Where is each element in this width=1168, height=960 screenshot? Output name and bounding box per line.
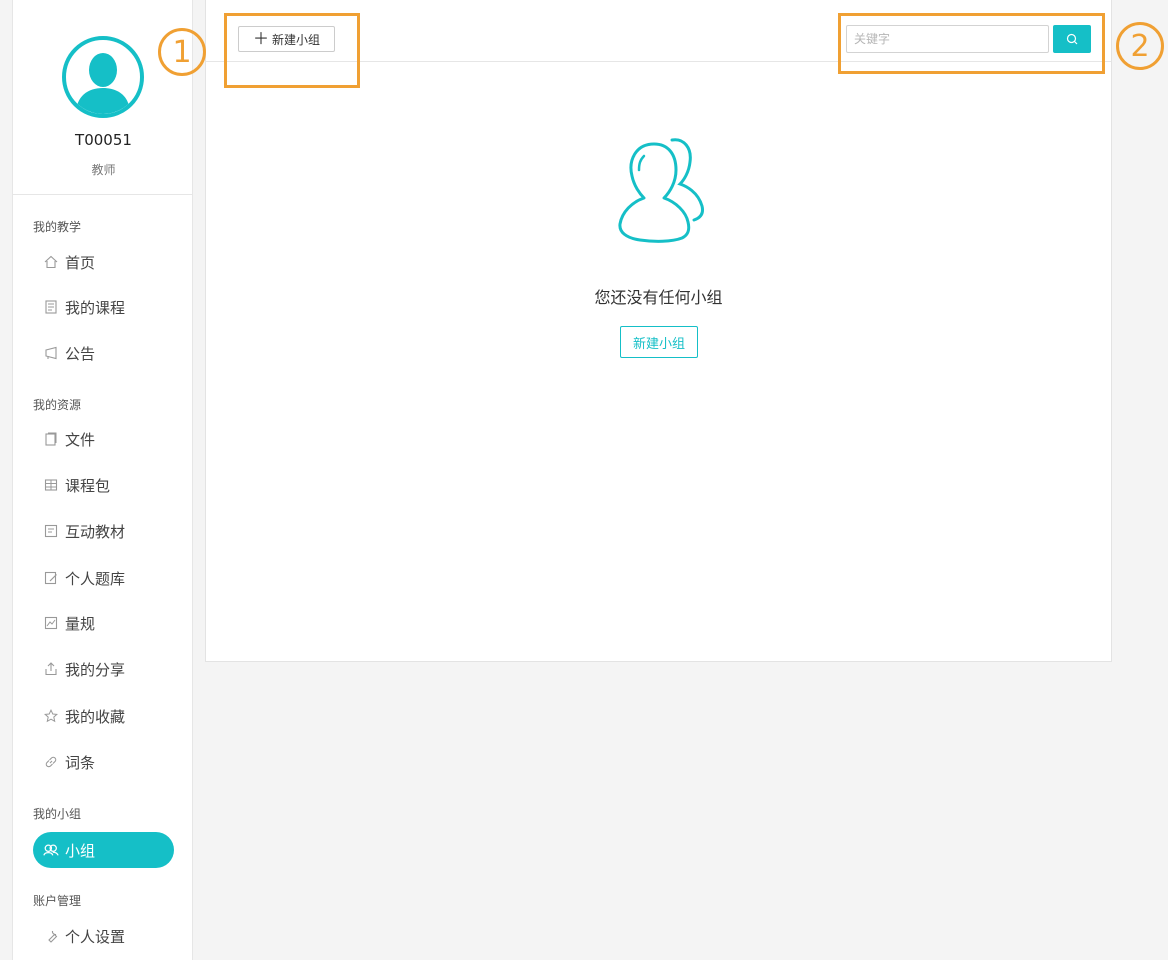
sidebar-item-my-shares[interactable]: 我的分享 [33, 651, 174, 687]
sidebar-item-course-package[interactable]: 课程包 [33, 467, 174, 503]
group-icon [43, 842, 59, 858]
star-icon [43, 708, 59, 724]
course-icon [43, 299, 59, 315]
avatar[interactable] [62, 36, 144, 118]
empty-state-message: 您还没有任何小组 [594, 288, 723, 307]
username: T00051 [75, 131, 132, 149]
sidebar-item-groups[interactable]: 小组 [33, 832, 174, 868]
share-icon [43, 661, 59, 677]
callout-number-2: 2 [1116, 22, 1164, 70]
create-group-button[interactable]: 新建小组 [620, 326, 698, 358]
sidebar-item-label: 文件 [65, 430, 96, 449]
sidebar-item-label: 我的课程 [65, 298, 126, 317]
main-panel: ＋ 新建小组 您还没有任何小组 新建小组 [205, 0, 1112, 662]
rubric-icon [43, 615, 59, 631]
section-title-teaching: 我的教学 [33, 220, 82, 234]
sidebar-item-files[interactable]: 文件 [33, 421, 174, 457]
sidebar-item-entries[interactable]: 词条 [33, 744, 174, 780]
sidebar-item-settings[interactable]: 个人设置 [33, 918, 174, 954]
sidebar-item-label: 小组 [65, 841, 96, 860]
question-bank-icon [43, 570, 59, 586]
sidebar-item-favorites[interactable]: 我的收藏 [33, 698, 174, 734]
section-title-account: 账户管理 [33, 894, 82, 908]
wrench-icon [43, 928, 59, 944]
callout-number-1: 1 [158, 28, 206, 76]
home-icon [43, 254, 59, 270]
interactive-book-icon [43, 523, 59, 539]
callout-box-1 [224, 13, 360, 88]
sidebar-item-home[interactable]: 首页 [33, 244, 174, 280]
package-icon [43, 477, 59, 493]
user-role: 教师 [91, 163, 116, 177]
sidebar-item-interactive-textbook[interactable]: 互动教材 [33, 513, 174, 549]
link-icon [43, 754, 59, 770]
announcement-icon [43, 345, 59, 361]
sidebar-item-rubric[interactable]: 量规 [33, 605, 174, 641]
file-icon [43, 431, 59, 447]
sidebar-item-label: 个人设置 [65, 927, 126, 946]
section-title-resources: 我的资源 [33, 398, 82, 412]
user-avatar-icon [76, 53, 130, 114]
sidebar-item-label: 我的分享 [65, 660, 126, 679]
sidebar-item-label: 词条 [65, 753, 96, 772]
sidebar-item-my-courses[interactable]: 我的课程 [33, 289, 174, 325]
empty-group-icon [618, 138, 704, 243]
app-root: T00051 教师 我的教学 首页 我的课程 公告 我的资源 文件 课程包 互动… [0, 0, 1168, 960]
sidebar-item-label: 课程包 [65, 476, 111, 495]
callout-box-2 [838, 13, 1105, 74]
sidebar-item-announcement[interactable]: 公告 [33, 335, 174, 371]
sidebar-item-label: 首页 [65, 253, 96, 272]
sidebar-item-label: 我的收藏 [65, 707, 126, 726]
sidebar-item-question-bank[interactable]: 个人题库 [33, 560, 174, 596]
sidebar: T00051 教师 我的教学 首页 我的课程 公告 我的资源 文件 课程包 互动… [12, 0, 193, 960]
sidebar-item-label: 量规 [65, 614, 96, 633]
sidebar-item-label: 个人题库 [65, 569, 126, 588]
sidebar-item-label: 公告 [65, 344, 96, 363]
sidebar-item-label: 互动教材 [65, 522, 126, 541]
user-profile: T00051 教师 [13, 0, 192, 195]
section-title-my-groups: 我的小组 [33, 807, 82, 821]
